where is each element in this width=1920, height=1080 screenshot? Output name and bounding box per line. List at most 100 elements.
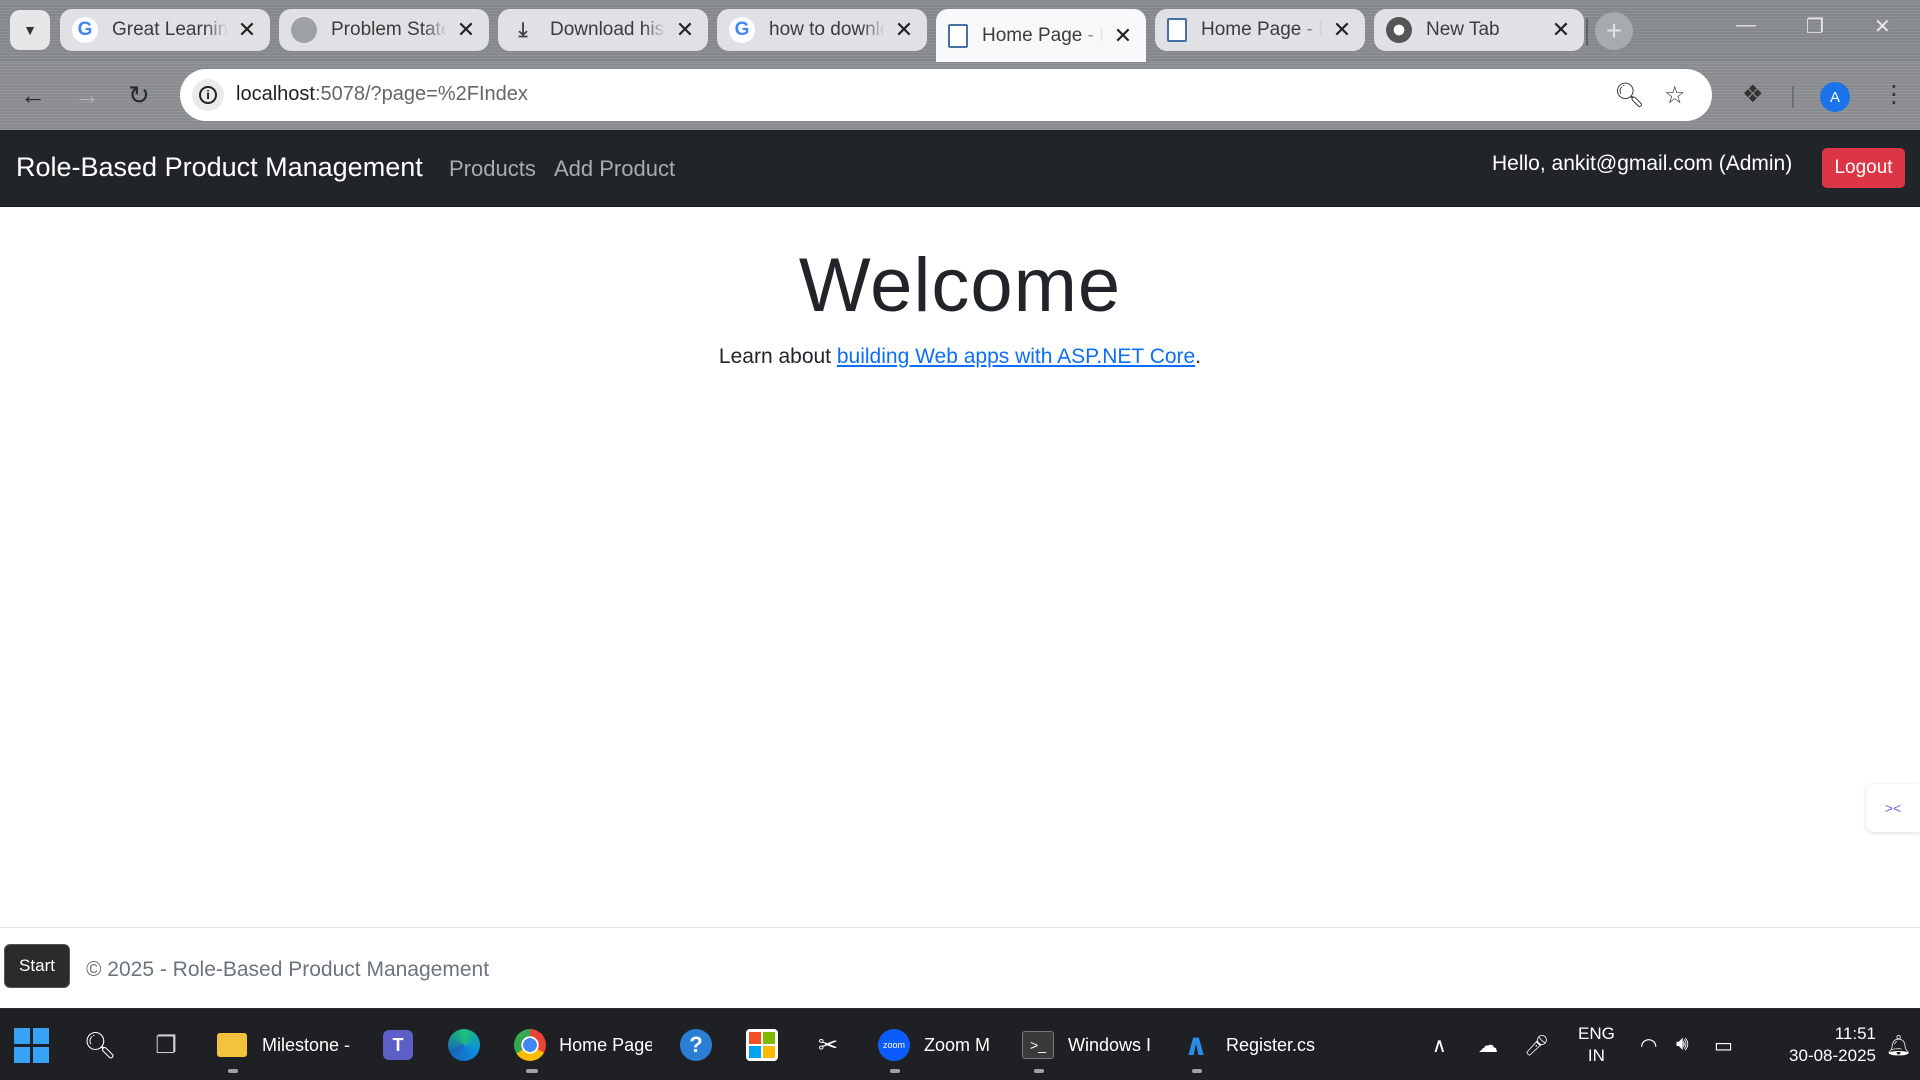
tab-title: Home Page - Role xyxy=(982,24,1104,46)
volume-icon[interactable]: 🔊︎ xyxy=(1676,1033,1689,1056)
start-tooltip: Start xyxy=(4,944,70,988)
taskbar-app-file-explorer[interactable]: Milestone - xyxy=(214,1025,360,1065)
window-close-icon[interactable]: ✕ xyxy=(1874,14,1891,39)
taskbar-app-chrome[interactable]: Home Page xyxy=(512,1025,652,1065)
zoom-icon[interactable]: 🔍︎ xyxy=(1614,81,1644,110)
clock-date: 30-08-2025 xyxy=(1789,1046,1876,1065)
browser-tab[interactable]: Home Page - Role ✕ xyxy=(1155,9,1365,51)
notifications-bell-icon[interactable]: 🔔︎ xyxy=(1886,1033,1911,1058)
side-panel-widget[interactable]: >< xyxy=(1866,784,1920,832)
close-icon[interactable]: ✕ xyxy=(1550,17,1572,43)
region-code: IN xyxy=(1587,1046,1605,1065)
site-info-icon[interactable]: i xyxy=(192,79,224,111)
tab-divider xyxy=(1586,18,1588,46)
avatar-letter: A xyxy=(1829,88,1840,106)
restore-icon[interactable]: ❐ xyxy=(1806,14,1824,39)
tab-title: Problem Statement xyxy=(331,19,447,40)
taskbar-app-store[interactable] xyxy=(744,1025,780,1065)
taskbar-app-zoom[interactable]: zoom Zoom M xyxy=(876,1025,996,1065)
tab-title: how to download xyxy=(769,19,885,40)
input-language-indicator[interactable]: ENG IN xyxy=(1578,1023,1615,1067)
browser-tab[interactable]: New Tab ✕ xyxy=(1374,9,1584,51)
clock-time: 11:51 xyxy=(1834,1024,1876,1043)
chevron-down-icon: ▼ xyxy=(23,22,37,38)
forward-arrow-icon[interactable]: → xyxy=(74,80,100,111)
taskbar-app-label: Home Page xyxy=(559,1034,652,1055)
more-menu-icon[interactable]: ⋮ xyxy=(1882,80,1906,109)
taskbar-app-label: Windows I xyxy=(1068,1034,1152,1055)
close-icon[interactable]: ✕ xyxy=(1112,23,1134,49)
back-arrow-icon[interactable]: ← xyxy=(20,80,46,111)
browser-tab[interactable]: G how to download ✕ xyxy=(717,9,927,51)
search-button[interactable]: 🔍︎ xyxy=(82,1025,118,1065)
edge-icon xyxy=(446,1027,482,1063)
browser-tab[interactable]: Problem Statement ✕ xyxy=(279,9,489,51)
close-icon[interactable]: ✕ xyxy=(455,17,477,43)
intro-suffix: . xyxy=(1195,345,1202,368)
browser-toolbar: ← → ↻ i localhost:5078/?page=%2FIndex 🔍︎… xyxy=(0,62,1920,130)
close-icon[interactable]: ✕ xyxy=(236,17,258,43)
search-icon: 🔍︎ xyxy=(83,1029,117,1060)
document-icon xyxy=(948,23,968,48)
help-icon: ? xyxy=(678,1027,714,1063)
taskbar-app-vscode[interactable]: ∧ Register.cs xyxy=(1178,1025,1322,1065)
address-bar[interactable]: i localhost:5078/?page=%2FIndex 🔍︎ ☆ xyxy=(180,69,1712,121)
terminal-icon: >_ xyxy=(1020,1027,1056,1063)
aspnet-docs-link[interactable]: building Web apps with ASP.NET Core xyxy=(837,345,1195,368)
taskbar-app-snipping[interactable]: ✂ xyxy=(810,1025,846,1065)
url-host: localhost xyxy=(236,83,315,105)
snipping-tool-icon: ✂ xyxy=(817,1031,839,1059)
navbar-brand[interactable]: Role-Based Product Management xyxy=(16,152,423,183)
page-footer: © 2025 - Role-Based Product Management xyxy=(0,927,1920,1008)
browser-tab[interactable]: ⤓ Download history ✕ xyxy=(498,9,708,51)
taskbar-app-label: Zoom M xyxy=(924,1034,991,1055)
taskbar-app-teams[interactable]: T xyxy=(380,1025,416,1065)
close-icon[interactable]: ✕ xyxy=(1331,17,1353,43)
close-icon[interactable]: ✕ xyxy=(893,17,915,43)
wifi-icon[interactable]: ◠ xyxy=(1640,1033,1657,1058)
running-indicator xyxy=(1034,1069,1044,1073)
folder-icon xyxy=(214,1027,250,1063)
task-view-icon: ❐ xyxy=(155,1031,177,1059)
profile-avatar[interactable]: A xyxy=(1820,82,1850,112)
url-path: :5078/?page=%2FIndex xyxy=(314,83,528,105)
logout-button[interactable]: Logout xyxy=(1822,148,1905,188)
tab-list: G Great Learning ✕ Problem Statement ✕ ⤓… xyxy=(60,9,1593,62)
tab-title: Home Page - Role xyxy=(1201,19,1323,40)
system-clock[interactable]: 11:51 30-08-2025 xyxy=(1762,1023,1876,1067)
windows-taskbar: 🔍︎ ❐ Milestone - T Home Page ? ✂ zoom Zo… xyxy=(0,1008,1920,1080)
url-text[interactable]: localhost:5078/?page=%2FIndex xyxy=(236,83,528,106)
task-view-button[interactable]: ❐ xyxy=(148,1025,184,1065)
teams-icon: T xyxy=(380,1027,416,1063)
store-icon xyxy=(744,1027,780,1063)
bookmark-star-icon[interactable]: ☆ xyxy=(1664,81,1686,110)
footer-copyright: © 2025 - Role-Based Product Management xyxy=(86,958,490,981)
start-button[interactable] xyxy=(14,1025,49,1065)
zoom-app-icon: zoom xyxy=(876,1027,912,1063)
windows-logo-icon xyxy=(14,1027,49,1063)
taskbar-app-help[interactable]: ? xyxy=(678,1025,714,1065)
show-hidden-icons-chevron-icon[interactable]: ∧ xyxy=(1432,1033,1447,1058)
reload-icon[interactable]: ↻ xyxy=(128,80,150,111)
app-navbar: Role-Based Product Management Products A… xyxy=(0,130,1920,207)
extensions-puzzle-icon[interactable]: ❖ xyxy=(1742,80,1764,109)
close-icon[interactable]: ✕ xyxy=(674,17,696,43)
tab-search-button[interactable]: ▼ xyxy=(10,10,50,50)
taskbar-app-terminal[interactable]: >_ Windows I xyxy=(1020,1025,1154,1065)
tab-title: Download history xyxy=(550,19,666,40)
microphone-icon[interactable]: 🎤︎ xyxy=(1524,1033,1549,1058)
battery-icon[interactable]: ▭ xyxy=(1714,1033,1733,1058)
vscode-icon: ∧ xyxy=(1183,1028,1209,1062)
chrome-icon xyxy=(512,1027,547,1063)
minimize-icon[interactable]: — xyxy=(1736,14,1756,37)
nav-link-add-product[interactable]: Add Product xyxy=(554,156,675,182)
document-icon xyxy=(1167,18,1187,42)
intro-prefix: Learn about xyxy=(718,345,837,368)
onedrive-cloud-icon[interactable]: ☁ xyxy=(1478,1033,1498,1058)
nav-link-products[interactable]: Products xyxy=(449,156,536,182)
taskbar-app-edge[interactable] xyxy=(446,1025,482,1065)
browser-tab[interactable]: G Great Learning ✕ xyxy=(60,9,270,51)
globe-icon xyxy=(291,17,317,43)
browser-tab-active[interactable]: Home Page - Role ✕ xyxy=(936,9,1146,62)
new-tab-button[interactable]: + xyxy=(1595,12,1633,50)
